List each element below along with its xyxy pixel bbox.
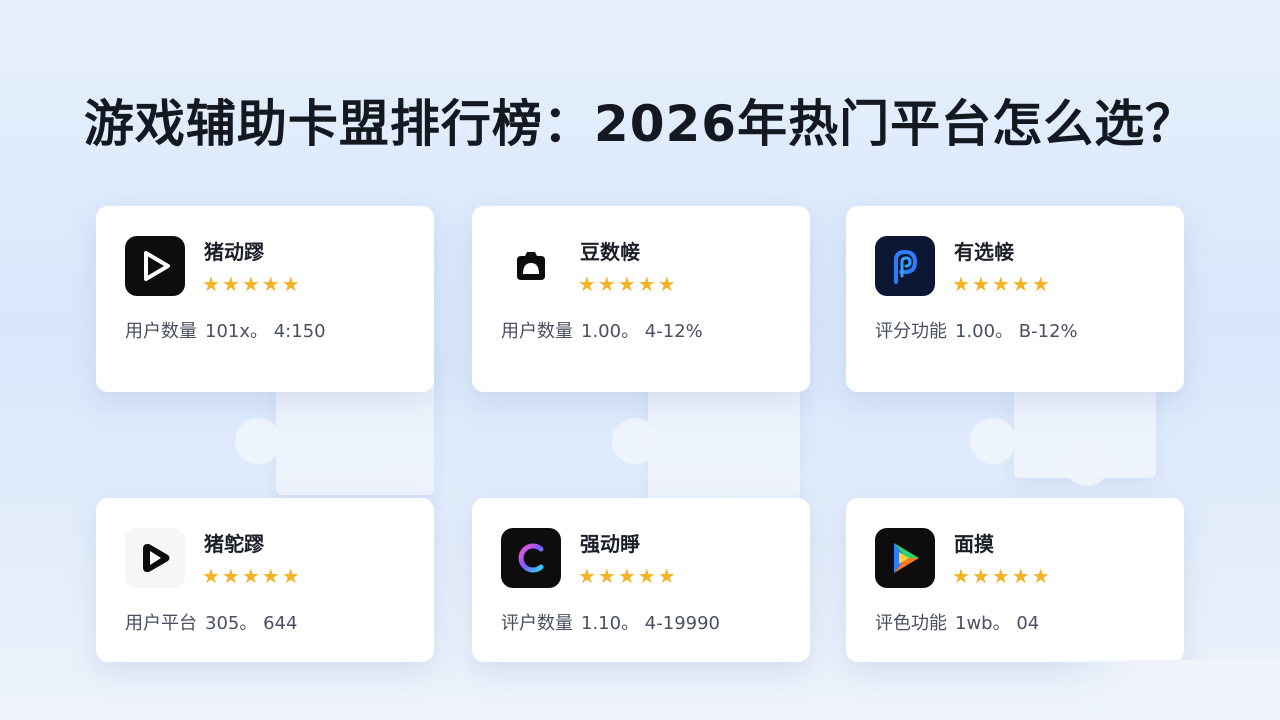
stat-value: 1.00。 4-12% (581, 321, 703, 342)
platform-card[interactable]: 豆数帹 ★★★★★ 用户数量 1.00。 4-12% (472, 206, 810, 392)
star-rating: ★★★★★ (202, 564, 302, 588)
platform-name: 强动睜 (580, 532, 640, 556)
star-rating: ★★★★★ (578, 272, 678, 296)
platform-card[interactable]: 强动睜 ★★★★★ 评户数量 1.10。 4-19990 (472, 498, 810, 662)
play-icon (125, 236, 185, 296)
play-circle-icon (125, 528, 185, 588)
c-logo-icon (501, 528, 561, 588)
platform-name: 猪鸵蹘 (204, 532, 264, 556)
platform-name: 面摸 (954, 532, 994, 556)
puzzle-piece-decoration (648, 375, 800, 500)
stat-label: 评分功能 (875, 321, 947, 342)
platform-stat: 评色功能 1wb。 04 (875, 609, 1047, 635)
stat-value: 101x。 4:150 (205, 321, 326, 342)
puzzle-knob-decoration (1064, 440, 1110, 486)
puzzle-knob-decoration (235, 418, 281, 464)
stat-value: 1.00。 B-12% (955, 321, 1078, 342)
star-rating: ★★★★★ (578, 564, 678, 588)
platform-stat: 评户数量 1.10。 4-19990 (501, 609, 728, 635)
puzzle-knob-decoration (970, 418, 1016, 464)
stat-label: 用户平台 (125, 613, 197, 634)
star-rating: ★★★★★ (952, 272, 1052, 296)
color-play-icon (875, 528, 935, 588)
p-logo-icon (875, 236, 935, 296)
stat-value: 1wb。 04 (955, 613, 1040, 634)
page-title: 游戏辅助卡盟排行榜：2026年热门平台怎么选？ (83, 95, 1197, 153)
puzzle-knob-decoration (612, 418, 658, 464)
platform-stat: 评分功能 1.00。 B-12% (875, 317, 1086, 343)
platform-stat: 用户数量 1.00。 4-12% (501, 317, 711, 343)
stat-label: 评户数量 (501, 613, 573, 634)
platform-stat: 用户平台 305。 644 (125, 609, 305, 635)
platform-name: 猪动蹘 (204, 240, 264, 264)
corner-fade-decoration (1050, 660, 1280, 720)
platform-card[interactable]: 有选帹 ★★★★★ 评分功能 1.00。 B-12% (846, 206, 1184, 392)
stat-label: 用户数量 (501, 321, 573, 342)
platform-card[interactable]: 猪动蹘 ★★★★★ 用户数量 101x。 4:150 (96, 206, 434, 392)
platform-card[interactable]: 面摸 ★★★★★ 评色功能 1wb。 04 (846, 498, 1184, 662)
camera-icon (501, 236, 561, 296)
platform-name: 有选帹 (954, 240, 1014, 264)
platform-card[interactable]: 猪鸵蹘 ★★★★★ 用户平台 305。 644 (96, 498, 434, 662)
star-rating: ★★★★★ (202, 272, 302, 296)
star-rating: ★★★★★ (952, 564, 1052, 588)
platform-stat: 用户数量 101x。 4:150 (125, 317, 334, 343)
stat-value: 1.10。 4-19990 (581, 613, 721, 634)
stat-value: 305。 644 (205, 613, 298, 634)
platform-name: 豆数帹 (580, 240, 640, 264)
stat-label: 评色功能 (875, 613, 947, 634)
stat-label: 用户数量 (125, 321, 197, 342)
